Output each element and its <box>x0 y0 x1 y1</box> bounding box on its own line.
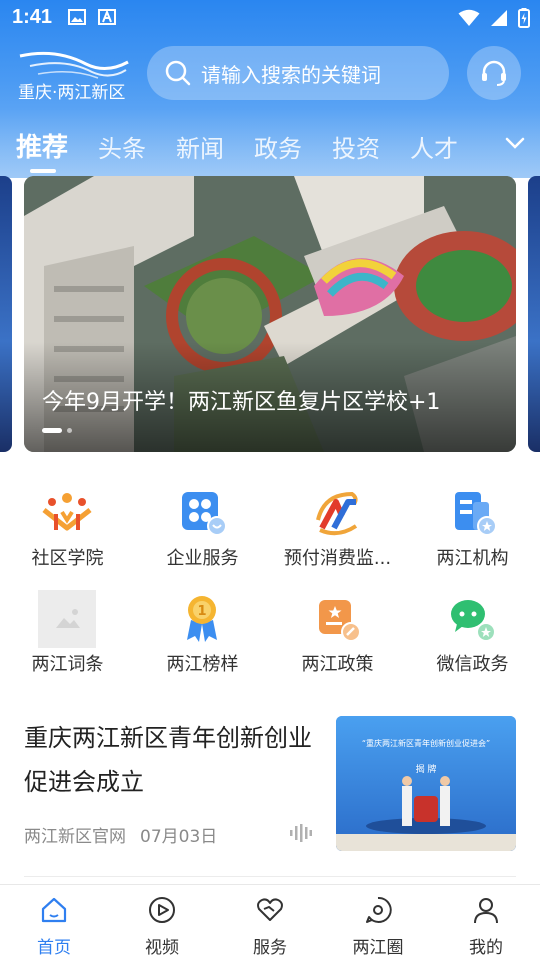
nav-video[interactable]: 视频 <box>108 885 216 960</box>
article-thumbnail-image: “重庆两江新区青年创新创业促进会” 揭 牌 <box>336 716 516 851</box>
nav-service[interactable]: 服务 <box>216 885 324 960</box>
tab-talent[interactable]: 人才 <box>410 129 458 164</box>
banner-indicator <box>42 428 72 433</box>
service-enterprise[interactable]: 企业服务 <box>135 478 270 578</box>
nav-label: 两江圈 <box>352 938 404 958</box>
audio-wave-icon[interactable] <box>290 824 312 842</box>
service-glossary[interactable]: 两江词条 <box>0 584 135 684</box>
headset-icon <box>482 60 506 86</box>
user-icon <box>474 898 498 924</box>
liangjiang-institution-icon <box>455 492 497 536</box>
service-community-college[interactable]: 社区学院 <box>0 478 135 578</box>
nav-label: 我的 <box>469 938 503 958</box>
service-label: 社区学院 <box>31 548 104 569</box>
service-heart-icon <box>257 898 283 921</box>
signal-icon <box>491 10 507 26</box>
status-bar: 1:41 <box>0 0 540 36</box>
news-article-card[interactable]: 重庆两江新区青年创新创业促进会成立 两江新区官网 07月03日 “重庆两江新区青年… <box>24 716 516 856</box>
thumb-banner-text: “重庆两江新区青年创新创业促进会” <box>362 738 490 748</box>
chat-circle-icon <box>366 896 392 923</box>
enterprise-service-icon <box>182 492 227 536</box>
article-title: 重庆两江新区青年创新创业促进会成立 <box>24 724 312 796</box>
service-label: 两江词条 <box>31 654 104 675</box>
service-label: 两江榜样 <box>166 654 239 675</box>
service-label: 两江政策 <box>301 654 374 675</box>
search-icon <box>165 60 191 86</box>
tab-news[interactable]: 新闻 <box>176 129 224 164</box>
nav-label: 视频 <box>145 938 179 958</box>
wifi-icon <box>458 9 480 26</box>
bottom-navigation: 首页 视频 服务 两江圈 我的 <box>0 884 540 960</box>
service-label: 两江机构 <box>436 548 509 569</box>
search-bar[interactable]: 请输入搜索的关键词 <box>147 46 449 100</box>
prepaid-consumption-icon <box>316 491 358 536</box>
wechat-icon <box>451 600 496 642</box>
service-label: 企业服务 <box>166 548 239 569</box>
nav-label: 首页 <box>37 938 71 958</box>
video-play-icon <box>149 897 175 923</box>
banner-caption: 今年9月开学！两江新区鱼复片区学校+1 <box>42 390 441 415</box>
tab-headlines[interactable]: 头条 <box>98 129 146 164</box>
community-college-icon <box>42 493 92 531</box>
banner-dot-active <box>42 428 62 433</box>
service-prepaid-supervision[interactable]: 预付消费监... <box>270 478 405 578</box>
article-meta: 两江新区官网 07月03日 <box>24 822 217 847</box>
image-notification-icon <box>68 9 86 25</box>
search-placeholder: 请输入搜索的关键词 <box>201 62 381 87</box>
chevron-down-icon[interactable] <box>504 132 526 154</box>
article-date: 07月03日 <box>140 827 218 847</box>
customer-service-button[interactable] <box>467 46 521 100</box>
service-policy[interactable]: 两江政策 <box>270 584 405 684</box>
service-label: 预付消费监... <box>283 548 392 569</box>
service-institutions[interactable]: 两江机构 <box>405 478 540 578</box>
service-role-models[interactable]: 1 两江榜样 <box>135 584 270 684</box>
nav-circle[interactable]: 两江圈 <box>324 885 432 960</box>
image-placeholder-icon <box>38 590 96 648</box>
service-wechat-gov[interactable]: 微信政务 <box>405 584 540 684</box>
article-thumbnail: “重庆两江新区青年创新创业促进会” 揭 牌 <box>336 716 516 851</box>
home-icon <box>41 897 67 923</box>
divider <box>24 876 516 877</box>
policy-icon <box>319 600 361 642</box>
service-label: 微信政务 <box>436 654 509 675</box>
next-banner-peek[interactable] <box>528 176 540 452</box>
article-source: 两江新区官网 <box>24 827 126 847</box>
svg-text:1: 1 <box>197 604 206 619</box>
medal-icon: 1 <box>187 596 217 642</box>
banner-dot <box>67 428 72 433</box>
tab-recommend[interactable]: 推荐 <box>16 127 68 173</box>
tab-government[interactable]: 政务 <box>254 129 302 164</box>
category-tabs: 推荐 头条 新闻 政务 投资 人才 <box>16 120 458 173</box>
tab-investment[interactable]: 投资 <box>332 129 380 164</box>
logo-text: 重庆·两江新区 <box>18 83 126 103</box>
prev-banner-peek[interactable] <box>0 176 12 452</box>
banner-carousel[interactable]: 今年9月开学！两江新区鱼复片区学校+1 <box>24 176 516 452</box>
nav-profile[interactable]: 我的 <box>432 885 540 960</box>
battery-icon <box>518 8 530 28</box>
nav-home[interactable]: 首页 <box>0 885 108 960</box>
font-notification-icon <box>98 9 116 25</box>
header: 1:41 重庆·两江新区 请输入搜索的关键词 推荐 头条 新闻 政务 投资 人才 <box>0 0 540 178</box>
status-time: 1:41 <box>12 6 53 28</box>
nav-label: 服务 <box>253 938 287 958</box>
thumb-sign-text: 揭 牌 <box>416 763 437 775</box>
